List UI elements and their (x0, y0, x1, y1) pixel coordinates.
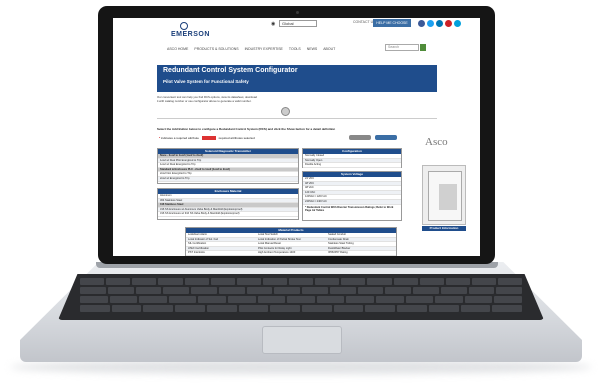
divider (157, 118, 437, 119)
configuration-table: Configuration Normally Closed Normally Ope… (302, 148, 402, 168)
globe-icon: ◉ (271, 21, 276, 27)
required-note-text: indicates a required attribute (161, 136, 199, 140)
main-nav: ASCO HOME PRODUCTS & SOLUTIONS INDUSTRY … (167, 45, 335, 53)
share-icon[interactable] (454, 20, 461, 27)
intro-text: Our convenient tool can help you find RC… (157, 95, 387, 103)
voltage-table: System Voltage 24 VDC 48 VDC 48 VAC 120 VAC 1… (302, 171, 402, 221)
product-image (422, 165, 466, 225)
table-option-row[interactable]: Double Acting (303, 163, 401, 168)
youtube-icon[interactable] (445, 20, 452, 27)
facebook-icon[interactable] (418, 20, 425, 27)
language-select[interactable]: Global (279, 20, 317, 27)
add-button[interactable] (375, 135, 397, 140)
site-header: EMERSON ◉ Global CONTACT US HELP ME CHOO… (113, 18, 480, 46)
table-option-row[interactable]: PST Interlocks (186, 251, 256, 256)
required-count-badge (201, 136, 216, 141)
required-suffix-text: required attributes selected (218, 136, 255, 140)
material-products-table: Material Products Lockdown Alarm Local Ind… (185, 227, 397, 256)
emerson-logo-icon (180, 22, 188, 30)
camera-icon (296, 11, 299, 14)
twitter-icon[interactable] (427, 20, 434, 27)
product-information-tab[interactable]: Product Information (422, 226, 466, 231)
brand-logo: Asco (425, 136, 448, 148)
table-option-row[interactable]: IP66/IP67 Rating (326, 251, 396, 256)
laptop-keyboard (58, 274, 544, 320)
laptop-screen-bezel: EMERSON ◉ Global CONTACT US HELP ME CHOO… (98, 6, 495, 264)
table-option-row[interactable]: 2oo2 w/ Energized to Trip (158, 176, 298, 182)
nav-item-home[interactable]: ASCO HOME (167, 45, 188, 53)
laptop-shadow (10, 360, 592, 374)
required-note: * indicates a required attribute require… (159, 136, 255, 141)
page-subtitle: Pilot Valve System for Functional Safety (163, 79, 249, 84)
start-button[interactable] (281, 107, 290, 116)
site-logo[interactable]: EMERSON (171, 31, 210, 38)
show-button[interactable] (349, 135, 371, 140)
linkedin-icon[interactable] (436, 20, 443, 27)
nav-item-tools[interactable]: TOOLS (289, 45, 301, 53)
table-note: * Redundant Control With Diverter Transm… (305, 205, 394, 212)
browser-viewport: EMERSON ◉ Global CONTACT US HELP ME CHOO… (113, 18, 480, 256)
nav-item-products[interactable]: PRODUCTS & SOLUTIONS (194, 45, 238, 53)
page-banner: Redundant Control System Configurator Pi… (157, 65, 437, 92)
enclosure-table: Enclosure Material Aluminum 304 Stainless … (157, 188, 299, 220)
solenoid-table: Solenoid Diagnostic Transmitter None - 2o… (157, 148, 299, 184)
search-input[interactable]: Search (385, 44, 419, 51)
search-button[interactable] (420, 44, 426, 51)
nav-item-industry[interactable]: INDUSTRY EXPERTISE (245, 45, 283, 53)
help-me-choose-button[interactable]: HELP ME CHOOSE (373, 19, 411, 27)
instructions-text: Select the Add Button below to configure… (157, 127, 336, 131)
intro-line-2: it with catalog number or use configurat… (157, 99, 252, 103)
nav-item-news[interactable]: NEWS (307, 45, 318, 53)
trackpad (262, 326, 342, 354)
table-option-row[interactable]: High Ambient Temperature 140F (256, 251, 326, 256)
nav-item-about[interactable]: ABOUT (323, 45, 335, 53)
page-title: Redundant Control System Configurator (163, 67, 298, 74)
table-option-row[interactable]: 316 SS Enclosure w/ 316 SS Valve Body & … (158, 212, 298, 217)
